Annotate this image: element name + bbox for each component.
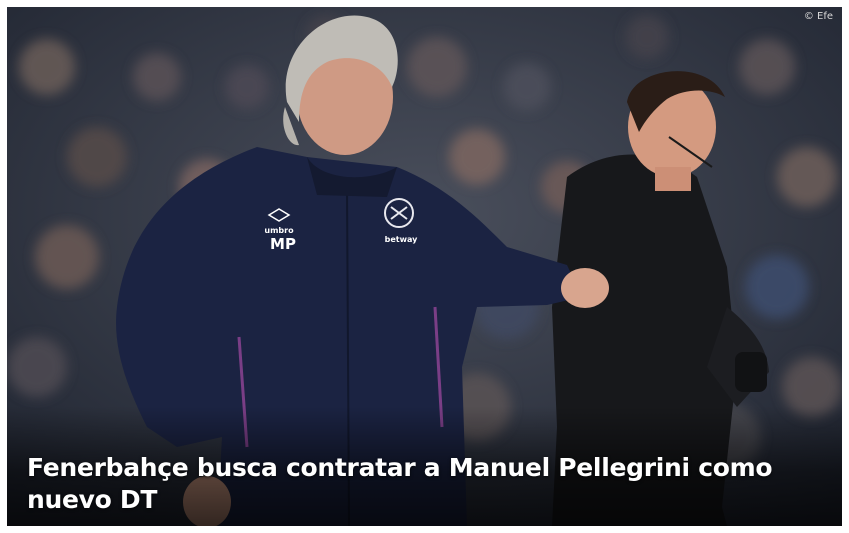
news-card: umbro MP betway © Efe Fenerbahçe busca c… bbox=[0, 0, 849, 533]
photo-credit: © Efe bbox=[803, 11, 833, 22]
kit-brand-text: umbro bbox=[264, 226, 294, 235]
sponsor-text: betway bbox=[385, 235, 419, 244]
article-headline[interactable]: Fenerbahçe busca contratar a Manuel Pell… bbox=[27, 452, 807, 516]
news-photo[interactable]: umbro MP betway © Efe Fenerbahçe busca c… bbox=[7, 7, 842, 526]
jacket-initials: MP bbox=[270, 235, 296, 253]
